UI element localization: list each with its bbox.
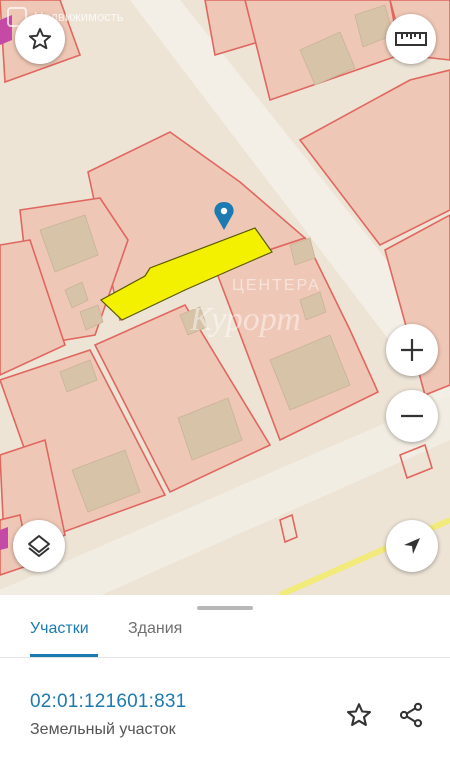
share-button[interactable] bbox=[393, 697, 429, 733]
tab-buildings[interactable]: Здания bbox=[128, 620, 182, 638]
navigation-arrow-icon bbox=[404, 538, 420, 554]
ruler-button[interactable] bbox=[386, 14, 436, 64]
minus-icon bbox=[401, 414, 423, 418]
sheet-drag-handle[interactable] bbox=[197, 606, 253, 610]
zoom-out-button[interactable] bbox=[386, 390, 438, 442]
map-view[interactable]: Курорт ЦЕНТЕРА Недвижимость bbox=[0, 0, 450, 595]
layers-icon bbox=[28, 535, 50, 557]
ruler-icon bbox=[395, 32, 427, 46]
tab-bar: Участки Здания bbox=[0, 616, 450, 658]
map-canvas[interactable] bbox=[0, 0, 450, 595]
favorite-map-button[interactable] bbox=[15, 14, 65, 64]
edge-mark bbox=[0, 527, 8, 550]
zoom-in-button[interactable] bbox=[386, 324, 438, 376]
parcel-type: Земельный участок bbox=[30, 721, 176, 738]
layers-button[interactable] bbox=[13, 520, 65, 572]
favorite-button[interactable] bbox=[341, 697, 377, 733]
divider bbox=[0, 657, 450, 658]
tab-parcels[interactable]: Участки bbox=[30, 620, 89, 638]
cadastral-number[interactable]: 02:01:121601:831 bbox=[30, 691, 186, 713]
locate-button[interactable] bbox=[386, 520, 438, 572]
share-icon bbox=[399, 702, 423, 728]
star-icon bbox=[28, 28, 52, 50]
plus-icon bbox=[401, 339, 423, 361]
star-icon bbox=[346, 703, 372, 726]
